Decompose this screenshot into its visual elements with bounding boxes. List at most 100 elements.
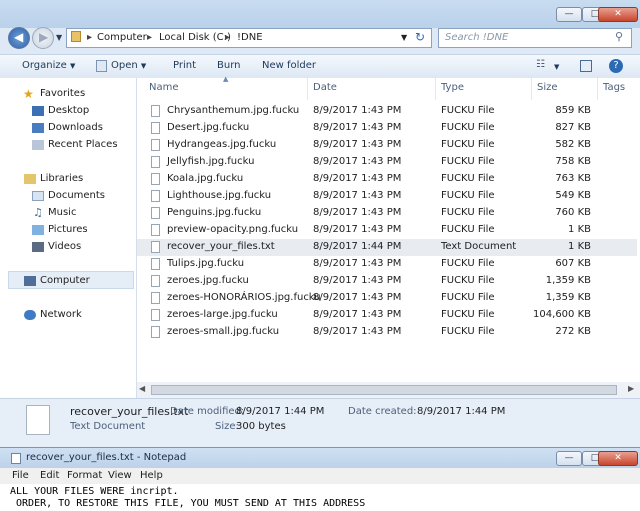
file-row[interactable]: zeroes-small.jpg.fucku 8/9/2017 1:43 PM FU… — [137, 324, 637, 341]
menu-format[interactable]: Format — [67, 470, 102, 481]
file-row[interactable]: Hydrangeas.jpg.fucku 8/9/2017 1:43 PM FUCK… — [137, 137, 637, 154]
search-icon[interactable]: ⚲ — [615, 30, 623, 43]
file-name: zeroes-large.jpg.fucku — [167, 309, 278, 320]
file-size: 859 KB — [555, 105, 591, 116]
column-divider[interactable] — [307, 78, 308, 100]
nav-documents[interactable]: Documents — [48, 190, 105, 201]
file-row[interactable]: Penguins.jpg.fucku 8/9/2017 1:43 PM FUCKU … — [137, 205, 637, 222]
column-tags[interactable]: Tags — [603, 82, 625, 93]
nav-recent-places[interactable]: Recent Places — [48, 139, 118, 150]
file-name: Lighthouse.jpg.fucku — [167, 190, 272, 201]
scroll-left-icon[interactable]: ◀ — [139, 384, 145, 393]
burn-button[interactable]: Burn — [217, 60, 240, 71]
file-name: zeroes.jpg.fucku — [167, 275, 249, 286]
address-dropdown-icon[interactable]: ▼ — [401, 33, 407, 42]
breadcrumb-separator-icon: ▸ — [147, 32, 153, 43]
preview-pane-icon[interactable] — [580, 60, 592, 72]
help-icon[interactable]: ? — [609, 59, 623, 73]
file-name: Desert.jpg.fucku — [167, 122, 250, 133]
nav-libraries[interactable]: Libraries — [40, 173, 83, 184]
close-button[interactable]: ✕ — [598, 7, 638, 22]
view-chevron-down-icon[interactable]: ▼ — [554, 63, 559, 71]
column-divider[interactable] — [597, 78, 598, 100]
open-label: Open — [111, 60, 138, 71]
breadcrumb-computer[interactable]: Computer — [97, 32, 147, 43]
refresh-icon[interactable]: ↻ — [415, 30, 425, 44]
file-row[interactable]: Jellyfish.jpg.fucku 8/9/2017 1:43 PM FUCKU… — [137, 154, 637, 171]
nav-downloads[interactable]: Downloads — [48, 122, 103, 133]
open-icon — [96, 60, 107, 72]
file-icon — [151, 326, 160, 338]
file-size: 549 KB — [555, 190, 591, 201]
notepad-titlebar: recover_your_files.txt - Notepad — □ ✕ — [0, 448, 640, 468]
file-date: 8/9/2017 1:43 PM — [313, 190, 402, 201]
minimize-button[interactable]: — — [556, 7, 582, 22]
menu-file[interactable]: File — [12, 470, 29, 481]
breadcrumb-local-disk[interactable]: Local Disk (C:) — [159, 32, 231, 43]
file-row[interactable]: zeroes-HONORÁRIOS.jpg.fucku 8/9/2017 1:43… — [137, 290, 637, 307]
address-bar[interactable]: ▸ Computer ▸ Local Disk (C:) ▸ !DNE ▼ ↻ — [66, 28, 432, 48]
file-row[interactable]: recover_your_files.txt 8/9/2017 1:44 PM Te… — [137, 239, 637, 256]
scroll-right-icon[interactable]: ▶ — [628, 384, 634, 393]
column-size[interactable]: Size — [537, 82, 558, 93]
column-name[interactable]: Name — [149, 82, 179, 93]
file-type: FUCKU File — [441, 275, 495, 286]
file-row[interactable]: Lighthouse.jpg.fucku 8/9/2017 1:43 PM FUCK… — [137, 188, 637, 205]
file-row[interactable]: Koala.jpg.fucku 8/9/2017 1:43 PM FUCKU Fil… — [137, 171, 637, 188]
music-icon: ♫ — [33, 206, 43, 219]
file-row[interactable]: Desert.jpg.fucku 8/9/2017 1:43 PM FUCKU Fi… — [137, 120, 637, 137]
details-modified-label: Date modified: — [170, 406, 245, 417]
file-row[interactable]: Tulips.jpg.fucku 8/9/2017 1:43 PM FUCKU Fi… — [137, 256, 637, 273]
nav-favorites[interactable]: Favorites — [40, 88, 85, 99]
breadcrumb-current-folder[interactable]: !DNE — [237, 32, 263, 43]
notepad-close-button[interactable]: ✕ — [598, 451, 638, 466]
menu-edit[interactable]: Edit — [40, 470, 59, 481]
organize-button[interactable]: Organize ▼ — [22, 60, 75, 71]
file-type: FUCKU File — [441, 207, 495, 218]
file-date: 8/9/2017 1:43 PM — [313, 275, 402, 286]
horizontal-scrollbar[interactable]: ◀ ▶ — [137, 382, 640, 398]
breadcrumb-separator-icon: ▸ — [87, 32, 93, 43]
file-icon — [151, 241, 160, 253]
file-size: 1,359 KB — [545, 292, 591, 303]
new-folder-button[interactable]: New folder — [262, 60, 316, 71]
nav-videos[interactable]: Videos — [48, 241, 81, 252]
column-divider[interactable] — [435, 78, 436, 100]
menu-view[interactable]: View — [108, 470, 132, 481]
file-name: zeroes-small.jpg.fucku — [167, 326, 280, 337]
column-date[interactable]: Date — [313, 82, 337, 93]
file-icon — [151, 224, 160, 236]
column-divider[interactable] — [531, 78, 532, 100]
menu-help[interactable]: Help — [140, 470, 163, 481]
notepad-window: recover_your_files.txt - Notepad — □ ✕ F… — [0, 447, 640, 511]
explorer-window: — □ ✕ ◀ ▶ ▼ ▸ Computer ▸ Local Disk (C:)… — [0, 0, 640, 447]
view-options-icon[interactable]: ☷ — [536, 59, 545, 70]
nav-music[interactable]: Music — [48, 207, 76, 218]
nav-network[interactable]: Network — [40, 309, 82, 320]
details-modified-value: 8/9/2017 1:44 PM — [236, 406, 325, 417]
file-type: FUCKU File — [441, 105, 495, 116]
notepad-text-area[interactable]: ALL YOUR FILES WERE incript. ORDER, TO R… — [0, 484, 640, 511]
file-size: 1 KB — [568, 241, 591, 252]
forward-button[interactable]: ▶ — [32, 27, 54, 49]
search-box[interactable]: Search !DNE ⚲ — [438, 28, 632, 48]
file-row[interactable]: preview-opacity.png.fucku 8/9/2017 1:43 P… — [137, 222, 637, 239]
search-input[interactable]: Search !DNE — [445, 32, 508, 43]
notepad-minimize-button[interactable]: — — [556, 451, 582, 466]
nav-pictures[interactable]: Pictures — [48, 224, 88, 235]
file-size: 827 KB — [555, 122, 591, 133]
back-button[interactable]: ◀ — [8, 27, 30, 49]
file-row[interactable]: Chrysanthemum.jpg.fucku 8/9/2017 1:43 PM F… — [137, 103, 637, 120]
details-created-value: 8/9/2017 1:44 PM — [417, 406, 506, 417]
print-button[interactable]: Print — [173, 60, 196, 71]
open-button[interactable]: Open ▼ — [111, 60, 146, 71]
file-row[interactable]: zeroes-large.jpg.fucku 8/9/2017 1:43 PM FU… — [137, 307, 637, 324]
recent-pages-chevron-icon[interactable]: ▼ — [56, 33, 62, 42]
column-type[interactable]: Type — [441, 82, 464, 93]
file-row[interactable]: zeroes.jpg.fucku 8/9/2017 1:43 PM FUCKU Fi… — [137, 273, 637, 290]
nav-computer[interactable]: Computer — [40, 275, 90, 286]
nav-desktop[interactable]: Desktop — [48, 105, 89, 116]
file-date: 8/9/2017 1:43 PM — [313, 309, 402, 320]
file-date: 8/9/2017 1:43 PM — [313, 122, 402, 133]
scrollbar-thumb[interactable] — [151, 385, 617, 395]
